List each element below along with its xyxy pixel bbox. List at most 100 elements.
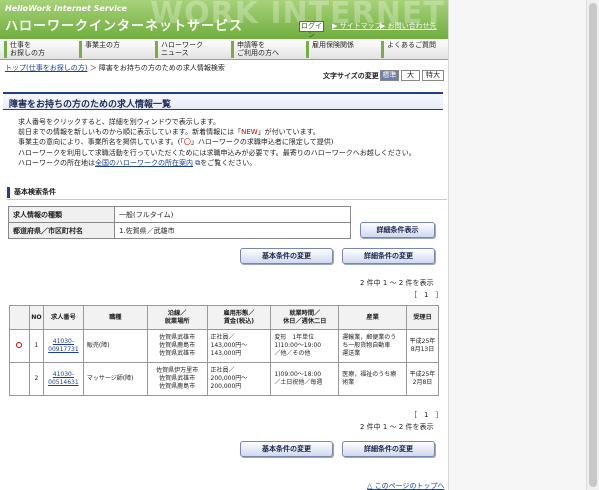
intro-line-2: 前日までの情報を新しいものから順に表示しています。新着情報には「NEW」が付いて… xyxy=(18,127,443,137)
change-basic-conditions-button-top[interactable]: 基本条件の変更 xyxy=(240,248,333,264)
col-occupation: 職種 xyxy=(82,305,148,330)
font-size-xlarge-button[interactable]: 特大 xyxy=(422,70,444,81)
blank-area xyxy=(449,0,586,490)
condition-key: 求人情報の種類 xyxy=(8,206,115,223)
sitemap-label: サイトマップ xyxy=(339,22,382,30)
condition-row: 求人情報の種類 一般(フルタイム) xyxy=(8,206,351,223)
condition-key: 都道府県／市区町村名 xyxy=(8,222,115,239)
scrollbar-thumb[interactable] xyxy=(589,3,597,487)
col-no: NO xyxy=(28,305,44,330)
row-date: 平成25年 8月13日 xyxy=(406,329,439,363)
row-wage: 正社員／ 200,000円～200,000円 xyxy=(206,362,272,396)
intro-line-4: ハローワークを利用して求職活動を行っていただくためには求職申込みが必要です。最寄… xyxy=(18,148,416,157)
col-hours: 就業時間／ 休日／週休二日 xyxy=(270,305,340,330)
contact-label: お問い合わせ先 xyxy=(387,22,437,30)
col-wage: 雇用形態／ 賃金(税込) xyxy=(206,305,272,330)
nav-employer[interactable]: 事業主の方 xyxy=(79,41,120,58)
job-id-link[interactable]: 41030- 00514631 xyxy=(48,371,79,386)
col-date: 受理日 xyxy=(406,305,439,330)
circle-mark-text: 〇 xyxy=(183,138,191,147)
row-mark xyxy=(9,329,30,363)
condition-row: 都道府県／市区町村名 1.佐賀県／武雄市 xyxy=(8,222,351,239)
nav-applications[interactable]: 申請等を ご利用の方へ xyxy=(231,41,279,58)
result-count: 2 件中 1 ～ 2 件を表示 xyxy=(360,279,434,287)
job-results-table: NO 求人番号 職種 沿線／ 就業場所 雇用形態／ 賃金(税込) 就業時間／ 休… xyxy=(9,305,439,396)
nav-job-seeker[interactable]: 仕事を お探しの方 xyxy=(4,41,45,58)
font-size-label: 文字サイズの変更 xyxy=(323,72,379,80)
row-no: 1 xyxy=(28,329,44,363)
page-content: WORK INTERNET HelloWork Internet Service… xyxy=(0,0,449,490)
row-wage: 正社員／ 143,000円～143,000円 xyxy=(206,329,272,363)
hellowork-locations-link[interactable]: 全国のハローワークの所在案内 xyxy=(95,159,193,167)
pagination-bottom[interactable]: ［ 1 ］ xyxy=(410,410,442,420)
brand-logo[interactable]: ハローワークインターネットサービス xyxy=(5,15,243,34)
row-no: 2 xyxy=(28,362,44,396)
change-basic-conditions-button-bottom[interactable]: 基本条件の変更 xyxy=(240,441,333,457)
row-place: 佐賀県武雄市 佐賀県鹿島市 佐賀県武雄市 xyxy=(146,329,208,363)
breadcrumb-top-link[interactable]: トップ(仕事をお探しの方) xyxy=(5,64,87,72)
new-mark-text: NEW xyxy=(241,128,258,137)
condition-value: 一般(フルタイム) xyxy=(114,206,351,223)
site-header: WORK INTERNET HelloWork Internet Service… xyxy=(0,0,448,39)
col-job-id: 求人番号 xyxy=(42,305,84,330)
intro-line-5-c: をご覧ください。 xyxy=(200,158,257,167)
show-detail-conditions-button[interactable]: 詳細条件表示 xyxy=(360,222,435,238)
contact-link[interactable]: ▶ お問い合わせ先 xyxy=(380,21,437,31)
row-job-id: 41030- 00917731 xyxy=(42,329,84,363)
condition-value: 1.佐賀県／武雄市 xyxy=(114,222,351,239)
row-hours: 1)09:00～18:00 ／土日祝他／毎週 xyxy=(270,362,340,396)
row-occupation: 販売(障) xyxy=(82,329,148,363)
page-title-bar: 障害をお持ちの方のための求人情報一覧 xyxy=(3,92,443,110)
global-nav: 仕事を お探しの方 事業主の方 ハローワーク ニュース 申請等を ご利用の方へ … xyxy=(0,39,448,60)
intro-line-5-a: ハローワークの所在地は xyxy=(18,158,95,167)
pagination-top[interactable]: ［ 1 ］ xyxy=(410,290,442,300)
sitemap-link[interactable]: ▶ サイトマップ xyxy=(332,21,382,31)
intro-text: 求人番号をクリックすると、詳細を別ウィンドウで表示します。 前日までの情報を新し… xyxy=(18,117,443,168)
page-title: 障害をお持ちの方のための求人情報一覧 xyxy=(9,100,172,110)
row-hours: 変形 1年単位 1)10:00～19:00 ／他／その他 xyxy=(270,329,340,363)
font-size-standard-button[interactable]: 標準 xyxy=(380,70,399,81)
vertical-scrollbar[interactable] xyxy=(586,0,599,490)
change-detail-conditions-button-bottom[interactable]: 詳細条件の変更 xyxy=(342,441,435,457)
intro-line-3-a: 事業主の意向により、事業所名を掲供しています。(「 xyxy=(18,138,184,147)
nav-insurance[interactable]: 雇用保険関係 xyxy=(306,41,354,58)
table-row: 2 41030- 00514631 マッサージ師(障) 佐賀県伊万里市 佐賀県武… xyxy=(9,362,439,396)
breadcrumb: トップ(仕事をお探しの方) ＞ 障害をお持ちの方のための求人情報検索 xyxy=(5,63,225,73)
col-industry: 産業 xyxy=(338,305,407,330)
row-date: 平成25年 2月8日 xyxy=(406,362,439,396)
row-industry: 運輸業，郵便業のう ち一般貨物自動車 運送業 xyxy=(338,329,407,363)
result-count-bottom: 2 件中 1 ～ 2 件を表示 xyxy=(360,423,434,431)
circle-mark-icon xyxy=(16,341,23,348)
nav-news[interactable]: ハローワーク ニュース xyxy=(155,41,203,58)
intro-line-5: ハローワークの所在地は全国のハローワークの所在案内 ⧉をご覧ください。 xyxy=(18,158,443,168)
basic-conditions-heading: 基本検索条件 xyxy=(7,187,447,198)
font-size-large-button[interactable]: 大 xyxy=(401,70,420,81)
job-id-link[interactable]: 41030- 00917731 xyxy=(48,338,79,353)
intro-line-3-c: 」ハローワークの求職申込者に限定して提供) xyxy=(190,138,334,147)
brand-english: HelloWork Internet Service xyxy=(5,4,127,13)
breadcrumb-separator: ＞ xyxy=(87,64,99,72)
row-place: 佐賀県伊万里市 佐賀県武雄市 佐賀県鹿島市 xyxy=(146,362,208,396)
intro-line-2-a: 前日までの情報を新しいものから順に表示しています。新着情報には「 xyxy=(18,128,242,137)
col-place: 沿線／ 就業場所 xyxy=(146,305,208,330)
breadcrumb-current: 障害をお持ちの方のための求人情報検索 xyxy=(98,64,225,72)
intro-line-1: 求人番号をクリックすると、詳細を別ウィンドウで表示します。 xyxy=(18,118,221,126)
heading-divider xyxy=(7,199,447,200)
row-occupation: マッサージ師(障) xyxy=(82,362,148,396)
change-detail-conditions-button-top[interactable]: 詳細条件の変更 xyxy=(342,248,435,264)
up-arrow-icon: △ xyxy=(367,482,375,490)
login-button[interactable]: ログイン xyxy=(299,21,324,39)
intro-line-3: 事業主の意向により、事業所名を掲供しています。(「〇」ハローワークの求職申込者に… xyxy=(18,137,443,147)
row-mark xyxy=(9,362,30,396)
row-job-id: 41030- 00514631 xyxy=(42,362,84,396)
basic-conditions-table: 求人情報の種類 一般(フルタイム) 都道府県／市区町村名 1.佐賀県／武雄市 xyxy=(8,206,351,239)
browser-page: WORK INTERNET HelloWork Internet Service… xyxy=(0,0,599,490)
table-header-row: NO 求人番号 職種 沿線／ 就業場所 雇用形態／ 賃金(税込) 就業時間／ 休… xyxy=(9,305,439,330)
row-industry: 医療，福祉のうち療 術業 xyxy=(338,362,407,396)
back-to-top-label: このページのトップへ xyxy=(374,482,445,490)
col-mark xyxy=(9,305,30,330)
back-to-top-link[interactable]: △ このページのトップへ xyxy=(367,481,444,490)
table-row: 1 41030- 00917731 販売(障) 佐賀県武雄市 佐賀県鹿島市 佐賀… xyxy=(9,329,439,363)
intro-line-2-c: 」が付いています。 xyxy=(257,128,320,137)
nav-faq[interactable]: よくあるご質問 xyxy=(381,41,436,58)
